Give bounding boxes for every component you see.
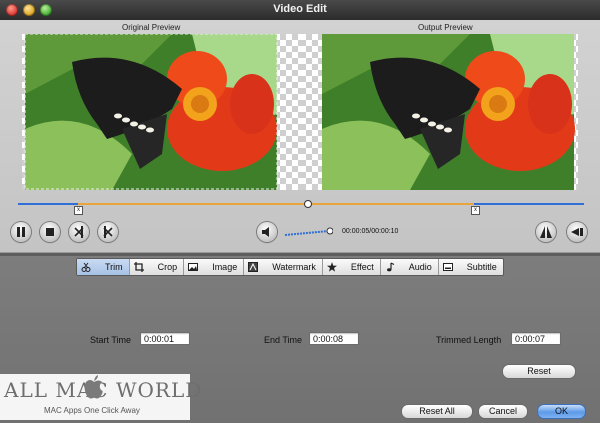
mark-in-icon: [74, 226, 84, 238]
tab-audio[interactable]: Audio: [381, 259, 439, 275]
reset-button[interactable]: Reset: [502, 364, 576, 379]
image-icon: [188, 262, 199, 272]
volume-slider[interactable]: [283, 227, 333, 237]
title-bar: Video Edit: [0, 0, 600, 21]
flip-horizontal-icon: [540, 226, 552, 238]
watermark-tagline: MAC Apps One Click Away: [44, 406, 140, 415]
pause-icon: [17, 227, 25, 237]
timeline-before-start: [18, 203, 78, 205]
watermark-icon: [248, 262, 259, 272]
start-time-label: Start Time: [90, 335, 132, 345]
apple-logo-icon: [84, 375, 103, 399]
crop-icon: [133, 262, 144, 272]
tab-effect[interactable]: Effect: [323, 259, 381, 275]
tab-trim[interactable]: Trim: [77, 259, 130, 275]
stop-button[interactable]: [40, 222, 60, 242]
set-end-button[interactable]: [98, 222, 118, 242]
tab-label: Subtitle: [466, 262, 497, 272]
original-preview-pane: [22, 34, 300, 190]
timecode-display: 00:00:05/00:00:10: [342, 228, 399, 235]
original-video-frame: [24, 34, 278, 190]
end-time-field[interactable]: 0:00:08: [309, 332, 359, 345]
tab-label: Image: [212, 262, 238, 272]
timeline-after-end: [474, 203, 584, 205]
ok-button[interactable]: OK: [537, 404, 586, 419]
tab-label: Crop: [157, 262, 178, 272]
site-watermark: ALL MAC WORLD MAC Apps One Click Away: [0, 374, 201, 420]
flip-horizontal-button[interactable]: [536, 222, 556, 242]
tab-image[interactable]: Image: [184, 259, 245, 275]
tab-watermark[interactable]: Watermark: [244, 259, 323, 275]
end-time-label: End Time: [264, 335, 303, 345]
original-preview-label: Original Preview: [122, 23, 181, 32]
mark-out-icon: [103, 226, 113, 238]
timeline-trim-range: [78, 203, 474, 205]
speaker-icon: [262, 227, 269, 237]
scissors-icon: [81, 262, 91, 272]
edit-tab-bar: Trim Crop Image Watermark Effect Audio S…: [76, 258, 504, 276]
pause-button[interactable]: [11, 222, 31, 242]
rotate-button[interactable]: [567, 222, 587, 242]
playhead-knob[interactable]: [304, 200, 312, 208]
output-preview-label: Output Preview: [418, 23, 473, 32]
tab-label: Audio: [408, 262, 432, 272]
music-note-icon: [385, 262, 395, 272]
tab-label: Effect: [350, 262, 374, 272]
cancel-button[interactable]: Cancel: [478, 404, 528, 419]
stop-icon: [46, 228, 54, 236]
timeline-slider[interactable]: x x: [18, 199, 584, 215]
tab-label: Trim: [105, 262, 123, 272]
output-video-frame: [322, 34, 575, 190]
star-icon: [326, 262, 337, 272]
volume-button[interactable]: [257, 222, 277, 242]
reset-all-button[interactable]: Reset All: [401, 404, 473, 419]
trimmed-length-field: 0:00:07: [511, 332, 561, 345]
trim-start-handle[interactable]: x: [74, 206, 83, 215]
start-time-field[interactable]: 0:00:01: [140, 332, 190, 345]
preview-area: Original Preview Output Preview: [0, 20, 600, 252]
window-title: Video Edit: [273, 3, 327, 15]
tab-subtitle[interactable]: Subtitle: [439, 259, 503, 275]
tab-crop[interactable]: Crop: [130, 259, 185, 275]
subtitle-icon: [442, 262, 453, 272]
rotate-icon: [571, 228, 583, 236]
set-start-button[interactable]: [69, 222, 89, 242]
trimmed-length-label: Trimmed Length: [436, 335, 502, 345]
tab-label: Watermark: [272, 262, 316, 272]
trim-end-handle[interactable]: x: [471, 206, 480, 215]
output-preview-pane: [300, 34, 578, 190]
